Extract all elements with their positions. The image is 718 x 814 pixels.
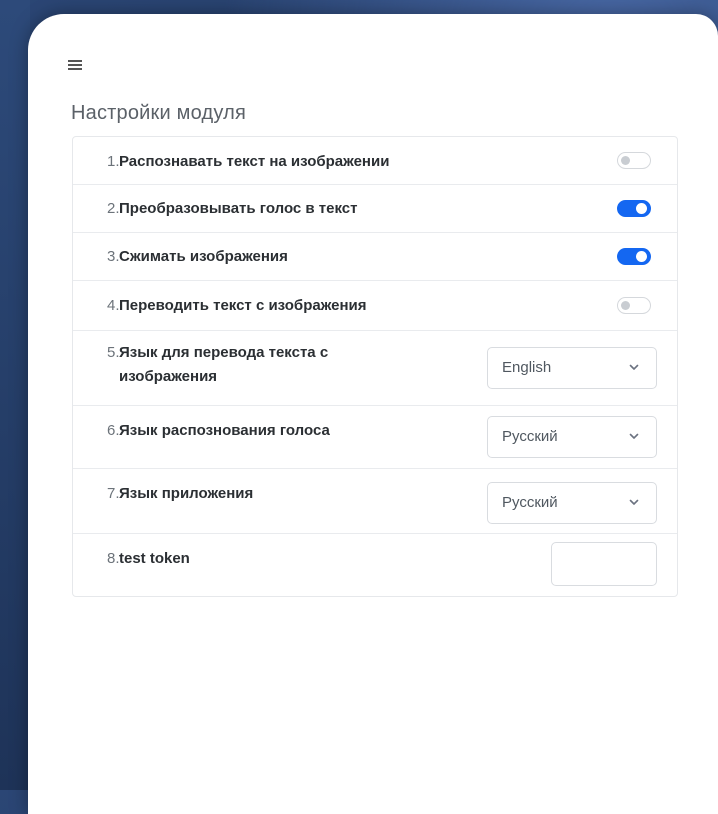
setting-number: 2. xyxy=(107,200,120,217)
setting-number: 4. xyxy=(107,297,120,314)
select-value: English xyxy=(502,359,552,376)
setting-label: Язык для перевода текста с изображения xyxy=(119,341,328,389)
setting-label: Преобразовывать голос в текст xyxy=(119,200,358,217)
settings-panel: Настройки модуля 1. Распознавать текст н… xyxy=(28,14,718,814)
setting-label: Язык приложения xyxy=(119,485,254,502)
select-value: Русский xyxy=(502,428,558,445)
setting-row-translation-language: 5. Язык для перевода текста с изображени… xyxy=(73,331,677,406)
chevron-down-icon xyxy=(629,364,639,370)
setting-number: 3. xyxy=(107,248,120,265)
recognize-text-toggle[interactable] xyxy=(617,152,651,169)
setting-label: test token xyxy=(119,550,190,567)
setting-label: Язык распознования голоса xyxy=(119,422,330,439)
setting-row-translate-text: 4. Переводить текст с изображения xyxy=(73,281,677,331)
select-value: Русский xyxy=(502,494,558,511)
setting-number: 7. xyxy=(107,485,120,502)
background-sidebar xyxy=(0,0,30,790)
setting-number: 6. xyxy=(107,422,120,439)
setting-number: 5. xyxy=(107,344,120,361)
voice-language-select[interactable]: Русский xyxy=(487,416,657,458)
setting-label: Переводить текст с изображения xyxy=(119,297,367,314)
hamburger-menu-icon[interactable] xyxy=(68,60,82,70)
settings-list: 1. Распознавать текст на изображении 2. … xyxy=(72,136,678,597)
setting-row-voice-language: 6. Язык распознования голоса Русский xyxy=(73,406,677,469)
setting-row-test-token: 8. test token xyxy=(73,534,677,596)
translation-language-select[interactable]: English xyxy=(487,347,657,389)
setting-label: Распознавать текст на изображении xyxy=(119,153,390,170)
voice-to-text-toggle[interactable] xyxy=(617,200,651,217)
setting-number: 8. xyxy=(107,550,120,567)
translate-text-toggle[interactable] xyxy=(617,297,651,314)
toggle-knob xyxy=(621,301,630,310)
chevron-down-icon xyxy=(629,433,639,439)
setting-row-compress-images: 3. Сжимать изображения xyxy=(73,233,677,281)
setting-label-line2: изображения xyxy=(119,368,218,385)
setting-row-voice-to-text: 2. Преобразовывать голос в текст xyxy=(73,185,677,233)
app-language-select[interactable]: Русский xyxy=(487,482,657,524)
setting-row-recognize-text: 1. Распознавать текст на изображении xyxy=(73,137,677,185)
page-title: Настройки модуля xyxy=(71,102,246,124)
setting-label-line1: Язык для перевода текста с xyxy=(119,344,329,361)
test-token-input[interactable] xyxy=(551,542,657,586)
toggle-knob xyxy=(636,251,647,262)
setting-label: Сжимать изображения xyxy=(119,248,288,265)
toggle-knob xyxy=(621,156,630,165)
chevron-down-icon xyxy=(629,499,639,505)
setting-row-app-language: 7. Язык приложения Русский xyxy=(73,469,677,534)
toggle-knob xyxy=(636,203,647,214)
compress-images-toggle[interactable] xyxy=(617,248,651,265)
setting-number: 1. xyxy=(107,153,120,170)
